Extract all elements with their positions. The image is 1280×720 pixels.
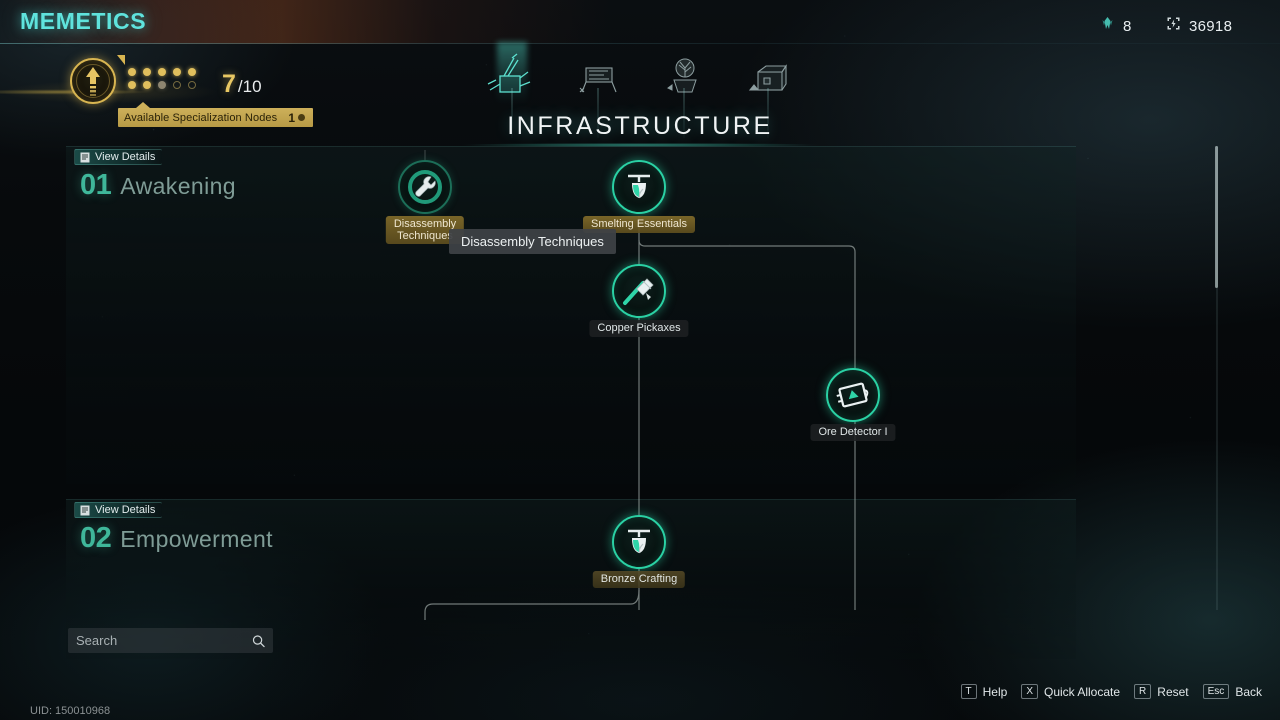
- search-box[interactable]: [68, 628, 273, 653]
- tier-number: 01: [80, 169, 112, 201]
- node-disassembly-techniques[interactable]: Disassembly Techniques: [385, 160, 465, 244]
- pickaxe-icon: [623, 278, 654, 305]
- credit-icon: [1166, 16, 1181, 36]
- view-details-label: View Details: [95, 504, 156, 516]
- category-strip: [470, 42, 810, 138]
- footer-hints: T Help X Quick Allocate R Reset Esc Back: [960, 684, 1262, 699]
- hint-quick-allocate[interactable]: X Quick Allocate: [1021, 684, 1120, 699]
- level-progress-dots: [128, 68, 196, 94]
- key-badge: Esc: [1202, 684, 1230, 699]
- node-label: Copper Pickaxes: [589, 320, 689, 337]
- category-workbench[interactable]: [570, 50, 626, 138]
- search-icon[interactable]: [252, 634, 265, 648]
- node-tooltip: Disassembly Techniques: [449, 229, 616, 254]
- node-ore-detector-i[interactable]: Ore Detector I: [810, 368, 896, 441]
- top-divider: [0, 43, 1280, 44]
- category-farming[interactable]: [656, 50, 712, 138]
- category-weapons[interactable]: [484, 42, 540, 138]
- node-label: Bronze Crafting: [592, 571, 686, 588]
- key-badge: T: [960, 684, 977, 699]
- tier-number: 02: [80, 522, 112, 554]
- crucible-icon: [628, 174, 650, 199]
- top-glow: [0, 0, 1280, 44]
- key-badge: X: [1021, 684, 1038, 699]
- view-details-label: View Details: [95, 151, 156, 163]
- wrench-icon: [408, 170, 442, 204]
- level-current: 7: [222, 70, 236, 98]
- hint-reset[interactable]: R Reset: [1134, 684, 1189, 699]
- hint-label: Back: [1235, 684, 1262, 699]
- currency-memetic-shards: 8: [1100, 16, 1132, 36]
- level-max: /10: [237, 77, 262, 96]
- key-badge: R: [1134, 684, 1152, 699]
- currency-value: 8: [1123, 17, 1132, 35]
- view-details-button-tier1[interactable]: View Details: [74, 149, 163, 165]
- level-counter: 7/10: [222, 70, 262, 99]
- node-copper-pickaxes[interactable]: Copper Pickaxes: [589, 264, 689, 337]
- scrollbar-thumb[interactable]: [1215, 146, 1218, 288]
- uid-label: UID: 150010968: [30, 705, 111, 717]
- hint-label: Quick Allocate: [1044, 684, 1121, 699]
- hint-label: Reset: [1157, 684, 1189, 699]
- dot-row-top: [128, 68, 196, 76]
- node-bronze-crafting[interactable]: Bronze Crafting: [592, 515, 686, 588]
- currency-value: 36918: [1189, 17, 1233, 35]
- category-housing[interactable]: [740, 50, 796, 138]
- hint-label: Help: [982, 684, 1008, 699]
- dot-row-bottom: [128, 81, 196, 89]
- currency-credits: 36918: [1166, 16, 1232, 36]
- hint-help[interactable]: T Help: [960, 684, 1008, 699]
- tier-panel-awakening: View Details 01 Awakening: [66, 146, 1076, 484]
- search-input[interactable]: [76, 633, 252, 648]
- tier-name: Empowerment: [120, 526, 273, 552]
- hint-back[interactable]: Esc Back: [1202, 684, 1262, 699]
- shard-icon: [1100, 16, 1115, 36]
- ore-detector-icon: [836, 382, 869, 408]
- document-icon: [80, 505, 90, 515]
- page-title: MEMETICS: [20, 8, 147, 34]
- memetics-screen: MEMETICS 8 36918 7 /10 Available Special…: [0, 0, 1280, 720]
- node-smelting-essentials[interactable]: Smelting Essentials: [583, 160, 695, 233]
- tier-heading-awakening: 01 Awakening: [80, 169, 236, 202]
- tier-heading-empowerment: 02 Empowerment: [80, 522, 273, 555]
- tier-name: Awakening: [120, 173, 236, 199]
- section-title: INFRASTRUCTURE: [507, 112, 773, 140]
- document-icon: [80, 152, 90, 162]
- node-label: Ore Detector I: [810, 424, 896, 441]
- view-details-button-tier2[interactable]: View Details: [74, 502, 163, 518]
- crucible-icon: [628, 529, 650, 554]
- level-up-arrow-icon: [86, 67, 100, 96]
